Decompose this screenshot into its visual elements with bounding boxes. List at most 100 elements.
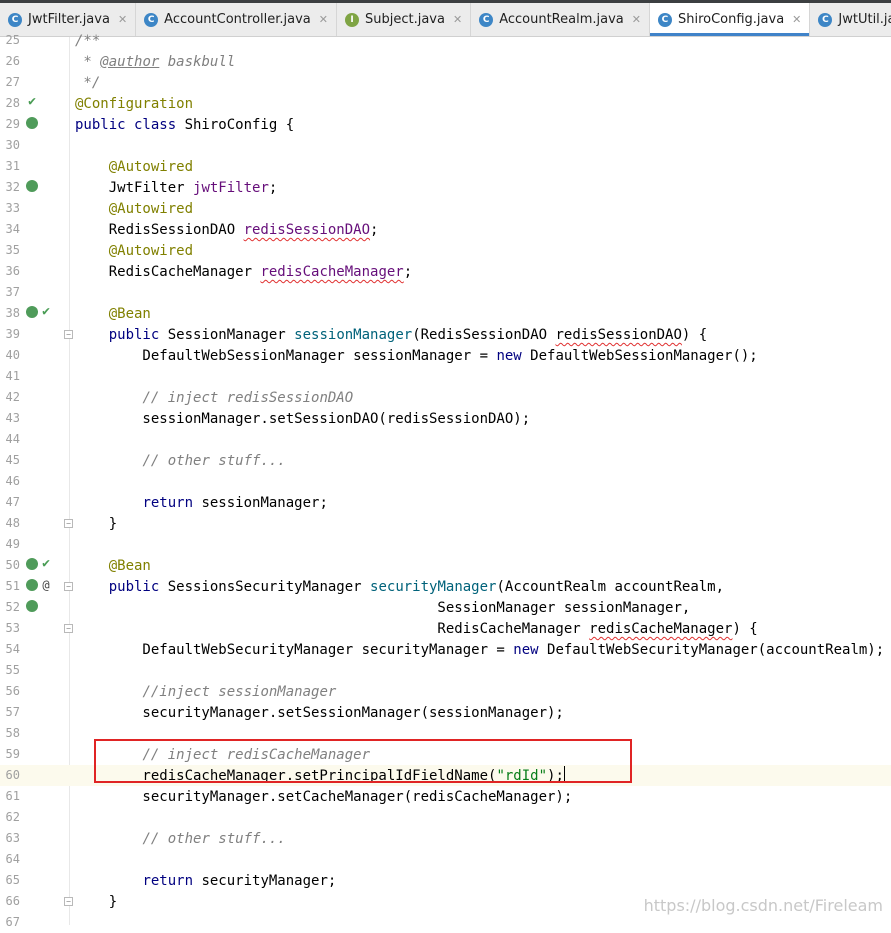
code-line[interactable]: 48 − } — [0, 513, 891, 534]
code-line[interactable]: 63 // other stuff... — [0, 828, 891, 849]
code-line[interactable]: 60 redisCacheManager.setPrincipalIdField… — [0, 765, 891, 786]
code-line[interactable]: 57 securityManager.setSessionManager(ses… — [0, 702, 891, 723]
code-token: ); — [547, 768, 564, 784]
code-line[interactable]: 65 return securityManager; — [0, 870, 891, 891]
code-line[interactable]: 38 ✔ @Bean — [0, 303, 891, 324]
spring-bean-icon[interactable] — [26, 558, 38, 570]
gutter-icons: ✔ — [26, 95, 38, 108]
code-line[interactable]: 26 * @author baskbull — [0, 51, 891, 72]
code-line[interactable]: 35 @Autowired — [0, 240, 891, 261]
code-line[interactable]: 40 DefaultWebSessionManager sessionManag… — [0, 345, 891, 366]
autowired-icon[interactable]: @ — [40, 579, 52, 591]
code-token: return — [142, 495, 202, 511]
close-tab-icon[interactable]: ✕ — [118, 13, 127, 26]
close-tab-icon[interactable]: ✕ — [453, 13, 462, 26]
spring-bean-icon[interactable] — [26, 306, 38, 318]
code-line[interactable]: 34 RedisSessionDAO redisSessionDAO; — [0, 219, 891, 240]
spring-config-icon[interactable]: ✔ — [26, 95, 38, 108]
close-tab-icon[interactable]: ✕ — [792, 13, 801, 26]
code-text: @Autowired — [75, 241, 193, 261]
code-line[interactable]: 47 return sessionManager; — [0, 492, 891, 513]
spring-config-icon[interactable]: ✔ — [40, 557, 52, 570]
code-text: * @author baskbull — [75, 52, 235, 72]
code-line[interactable]: 42 // inject redisSessionDAO — [0, 387, 891, 408]
code-line[interactable]: 28 ✔ @Configuration — [0, 93, 891, 114]
fold-toggle-icon[interactable]: − — [64, 582, 73, 591]
line-number: 55 — [5, 663, 20, 677]
text-caret — [563, 766, 565, 783]
spring-config-icon[interactable]: ✔ — [40, 305, 52, 318]
code-token: redisSessionDAO — [555, 327, 682, 343]
line-number: 60 — [5, 768, 20, 782]
line-number: 33 — [5, 201, 20, 215]
line-number: 28 — [5, 96, 20, 110]
spring-bean-icon[interactable] — [26, 117, 38, 129]
spring-bean-icon[interactable] — [26, 600, 38, 612]
code-text: redisCacheManager.setPrincipalIdFieldNam… — [75, 766, 565, 786]
code-text: RedisSessionDAO redisSessionDAO; — [75, 220, 379, 240]
code-token: ; — [268, 180, 278, 196]
code-token: redisCacheManager — [260, 264, 404, 280]
code-line[interactable]: 41 — [0, 366, 891, 387]
code-line[interactable]: 50 ✔ @Bean — [0, 555, 891, 576]
code-line[interactable]: 52 SessionManager sessionManager, — [0, 597, 891, 618]
code-text: return sessionManager; — [75, 493, 327, 513]
fold-toggle-icon[interactable]: − — [64, 519, 73, 528]
code-line[interactable]: 51 @ − public SessionsSecurityManager secu… — [0, 576, 891, 597]
code-line[interactable]: 59 // inject redisCacheManager — [0, 744, 891, 765]
tab-label: AccountRealm.java — [499, 12, 624, 27]
code-token: ; — [370, 222, 379, 238]
code-line[interactable]: 27 */ — [0, 72, 891, 93]
line-number: 56 — [5, 684, 20, 698]
code-line[interactable]: 32 JwtFilter jwtFilter; — [0, 177, 891, 198]
code-line[interactable]: 45 // other stuff... — [0, 450, 891, 471]
code-line[interactable]: 30 — [0, 135, 891, 156]
close-tab-icon[interactable]: ✕ — [319, 13, 328, 26]
code-line[interactable]: 54 DefaultWebSecurityManager securityMan… — [0, 639, 891, 660]
line-number: 46 — [5, 474, 20, 488]
line-number: 62 — [5, 810, 20, 824]
code-token: } — [75, 894, 118, 910]
code-line[interactable]: 31 @Autowired — [0, 156, 891, 177]
code-line[interactable]: 62 — [0, 807, 891, 828]
code-line[interactable]: 37 — [0, 282, 891, 303]
code-line[interactable]: 25 /** — [0, 30, 891, 51]
code-line[interactable]: 46 — [0, 471, 891, 492]
code-line[interactable]: 55 — [0, 660, 891, 681]
code-line[interactable]: 44 — [0, 429, 891, 450]
code-token: sessionManager — [294, 327, 413, 343]
code-line[interactable]: 29 public class ShiroConfig { — [0, 114, 891, 135]
code-line[interactable]: 53 − RedisCacheManager redisCacheManager)… — [0, 618, 891, 639]
code-token: /** — [75, 33, 101, 49]
code-line[interactable]: 56 //inject sessionManager — [0, 681, 891, 702]
code-text: sessionManager.setSessionDAO(redisSessio… — [75, 409, 530, 429]
code-line[interactable]: 67 — [0, 912, 891, 933]
code-line[interactable]: 58 — [0, 723, 891, 744]
code-token: } — [75, 516, 118, 532]
spring-bean-icon[interactable] — [26, 579, 38, 591]
code-token: // other stuff... — [142, 453, 286, 469]
code-line[interactable]: 49 — [0, 534, 891, 555]
code-text: //inject sessionManager — [75, 682, 336, 702]
class-icon: C — [657, 12, 672, 27]
close-tab-icon[interactable]: ✕ — [632, 13, 641, 26]
code-line[interactable]: 39 − public SessionManager sessionManager… — [0, 324, 891, 345]
line-number: 31 — [5, 159, 20, 173]
code-token: @Configuration — [75, 96, 194, 112]
fold-toggle-icon[interactable]: − — [64, 624, 73, 633]
fold-toggle-icon[interactable]: − — [64, 897, 73, 906]
code-line[interactable]: 33 @Autowired — [0, 198, 891, 219]
line-number: 35 — [5, 243, 20, 257]
spring-bean-icon[interactable] — [26, 180, 38, 192]
code-line[interactable]: 64 — [0, 849, 891, 870]
code-line[interactable]: 36 RedisCacheManager redisCacheManager; — [0, 261, 891, 282]
fold-toggle-icon[interactable]: − — [64, 330, 73, 339]
code-line[interactable]: 43 sessionManager.setSessionDAO(redisSes… — [0, 408, 891, 429]
code-line[interactable]: 61 securityManager.setCacheManager(redis… — [0, 786, 891, 807]
